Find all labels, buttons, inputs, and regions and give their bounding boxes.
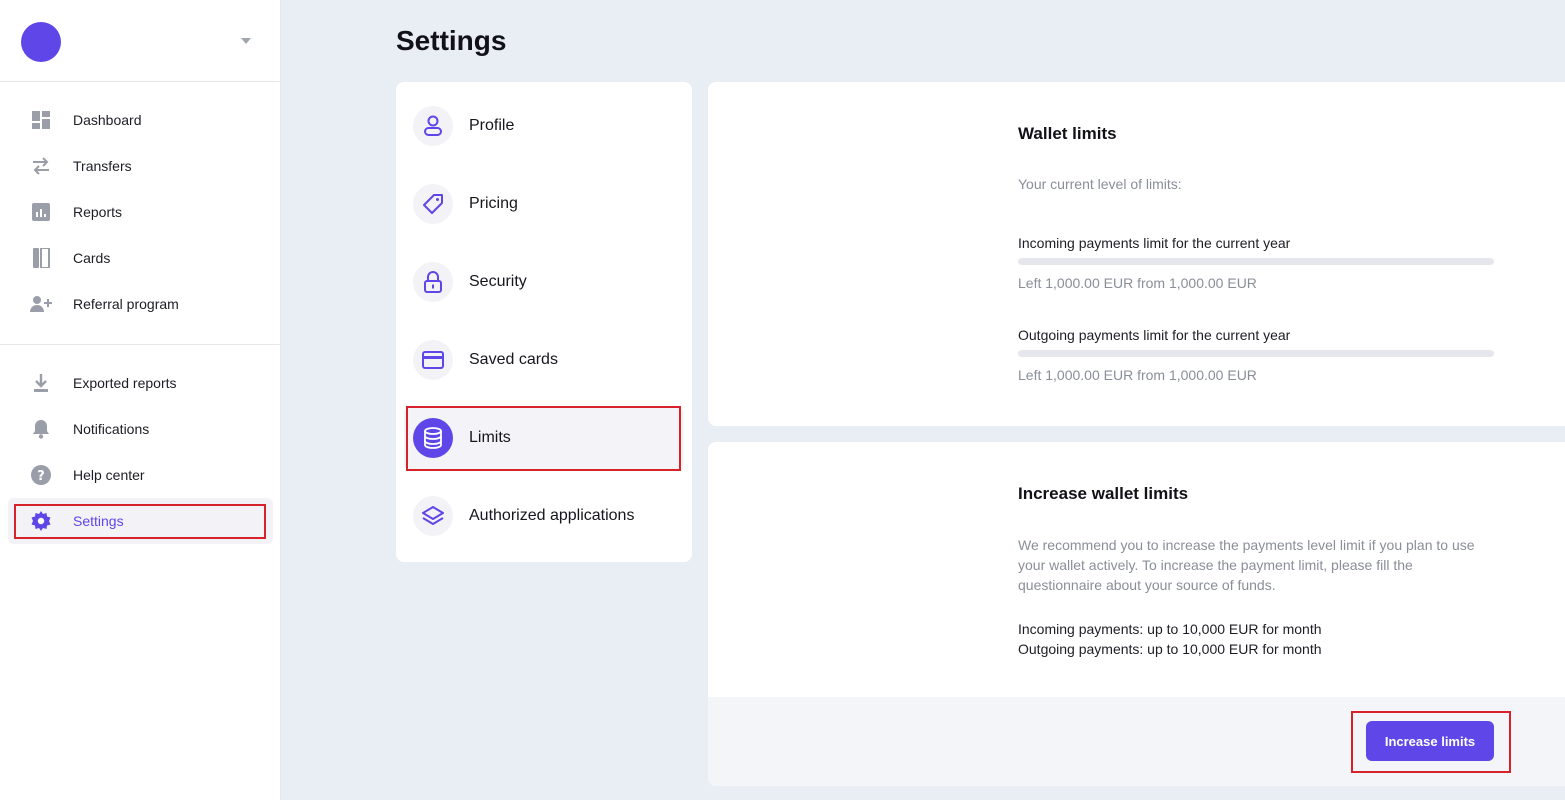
description-line: We recommend you to increase the payment… [1018,537,1475,553]
layers-icon [413,496,453,536]
settings-menu-label: Profile [469,117,515,134]
incoming-limit-status: Left 1,000.00 EUR from 1,000.00 EUR [1018,275,1257,291]
secondary-nav: Exported reports Notifications ? Help ce… [0,360,281,544]
increase-limits-button[interactable]: Increase limits [1366,721,1494,761]
chevron-down-icon[interactable] [241,38,251,44]
settings-menu-label: Saved cards [469,351,558,368]
cards-icon [30,248,52,268]
increase-limits-card: Increase wallet limits We recommend you … [708,442,1565,786]
gear-icon [30,511,52,531]
outgoing-limit-label: Outgoing payments limit for the current … [1018,327,1291,343]
account-switcher[interactable] [0,0,280,82]
nav-divider [0,344,281,345]
download-icon [30,373,52,393]
sidebar-item-help-center[interactable]: ? Help center [0,452,281,498]
coins-stack-icon [413,418,453,458]
settings-menu-label: Authorized applications [469,507,635,524]
page-title: Settings [396,25,507,56]
sidebar-item-label: Reports [73,204,123,220]
add-user-icon [30,294,52,314]
settings-menu-item-authorized-applications[interactable]: Authorized applications [404,485,684,549]
sidebar-item-reports[interactable]: Reports [0,189,281,235]
sidebar-item-cards[interactable]: Cards [0,235,281,281]
tag-icon [413,184,453,224]
dashboard-icon [30,110,52,130]
primary-nav: Dashboard Transfers Reports Cards Referr… [0,97,281,327]
incoming-increase-text: Incoming payments: up to 10,000 EUR for … [1018,621,1322,637]
description-line: questionnaire about your source of funds… [1018,577,1276,593]
sidebar-item-dashboard[interactable]: Dashboard [0,97,281,143]
sidebar-item-label: Dashboard [73,112,142,128]
increase-limits-details: Incoming payments: up to 10,000 EUR for … [1018,619,1322,659]
avatar[interactable] [21,22,61,62]
transfers-icon [30,156,52,176]
bell-icon [30,419,52,439]
sidebar-item-label: Transfers [73,158,132,174]
wallet-limits-subtitle: Your current level of limits: [1018,176,1182,192]
sidebar-item-label: Notifications [73,421,150,437]
lock-icon [413,262,453,302]
sidebar-item-notifications[interactable]: Notifications [0,406,281,452]
settings-menu-label: Pricing [469,195,518,212]
settings-menu: Profile Pricing Security Saved cards Lim… [396,82,692,562]
sidebar-item-label: Exported reports [73,375,177,391]
settings-menu-item-saved-cards[interactable]: Saved cards [404,329,684,393]
outgoing-limit-status: Left 1,000.00 EUR from 1,000.00 EUR [1018,367,1257,383]
sidebar-item-settings[interactable]: Settings [8,498,273,544]
help-icon: ? [30,465,52,485]
increase-limits-title: Increase wallet limits [1018,484,1189,503]
settings-menu-item-limits[interactable]: Limits [404,407,684,471]
increase-limits-description: We recommend you to increase the payment… [1018,535,1475,595]
sidebar-item-transfers[interactable]: Transfers [0,143,281,189]
sidebar-item-referral-program[interactable]: Referral program [0,281,281,327]
settings-menu-label: Limits [469,429,511,446]
settings-menu-item-pricing[interactable]: Pricing [404,173,684,237]
credit-card-icon [413,340,453,380]
sidebar-item-label: Help center [73,467,145,483]
incoming-limit-label: Incoming payments limit for the current … [1018,235,1291,251]
sidebar-item-label: Settings [73,513,124,529]
increase-limits-footer: Increase limits [708,697,1565,786]
wallet-limits-title: Wallet limits [1018,124,1117,143]
sidebar-item-label: Cards [73,250,111,266]
sidebar-item-label: Referral program [73,296,179,312]
settings-menu-label: Security [469,273,527,290]
description-line: your wallet actively. To increase the pa… [1018,557,1413,573]
incoming-limit-bar [1018,258,1494,265]
outgoing-increase-text: Outgoing payments: up to 10,000 EUR for … [1018,641,1322,657]
reports-icon [30,202,52,222]
settings-menu-item-security[interactable]: Security [404,251,684,315]
sidebar: Dashboard Transfers Reports Cards Referr… [0,0,281,800]
settings-menu-item-profile[interactable]: Profile [404,95,684,159]
sidebar-item-exported-reports[interactable]: Exported reports [0,360,281,406]
svg-text:?: ? [37,469,45,484]
user-icon [413,106,453,146]
outgoing-limit-bar [1018,350,1494,357]
wallet-limits-card: Wallet limits Your current level of limi… [708,82,1565,426]
